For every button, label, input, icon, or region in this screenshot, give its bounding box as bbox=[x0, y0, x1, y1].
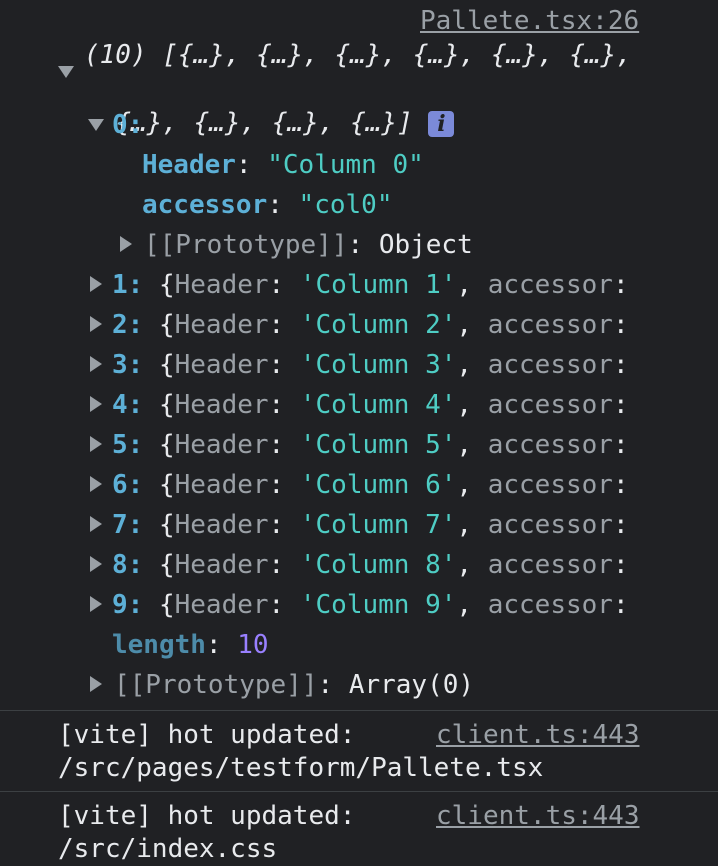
item-header-value: 'Column 5' bbox=[299, 430, 457, 460]
vite-message-2-path: /src/index.css bbox=[58, 834, 278, 864]
item-header-key: Header bbox=[174, 590, 269, 620]
array-item-row[interactable]: 2: {Header: 'Column 2', accessor: bbox=[112, 308, 629, 342]
info-icon[interactable]: i bbox=[428, 110, 455, 137]
expand-item-icon[interactable] bbox=[90, 596, 102, 612]
item-header-key: Header bbox=[174, 390, 269, 420]
prototype-label: [[Prototype]] bbox=[144, 230, 348, 260]
accessor-key: accessor bbox=[142, 190, 268, 220]
vite-message-2-text: [vite] hot updated: bbox=[58, 801, 356, 831]
item-0-prototype-row[interactable]: [[Prototype]]: Object bbox=[144, 228, 473, 262]
item-header-key: Header bbox=[174, 470, 269, 500]
accessor-value: "col0" bbox=[298, 190, 393, 220]
array-item-row[interactable]: 3: {Header: 'Column 3', accessor: bbox=[112, 348, 629, 382]
item-index: 6: bbox=[112, 470, 144, 500]
expand-item-0-prototype-icon[interactable] bbox=[120, 236, 132, 252]
length-value: 10 bbox=[237, 630, 269, 660]
item-accessor-key: accessor bbox=[487, 310, 613, 340]
array-item-row[interactable]: 1: {Header: 'Column 1', accessor: bbox=[112, 268, 629, 302]
array-item-row[interactable]: 9: {Header: 'Column 9', accessor: bbox=[112, 588, 629, 622]
header-key: Header bbox=[142, 150, 236, 180]
item-0-index[interactable]: 0: bbox=[112, 108, 143, 142]
prototype-value: Object bbox=[378, 230, 473, 260]
expand-item-icon[interactable] bbox=[90, 476, 102, 492]
expand-item-icon[interactable] bbox=[90, 316, 102, 332]
vite-message-2-source-link[interactable]: client.ts:443 bbox=[436, 799, 640, 833]
item-index: 5: bbox=[112, 430, 144, 460]
item-accessor-key: accessor bbox=[487, 550, 613, 580]
item-index: 7: bbox=[112, 510, 144, 540]
item-header-value: 'Column 4' bbox=[299, 390, 457, 420]
item-header-value: 'Column 6' bbox=[299, 470, 457, 500]
item-0-accessor-row: accessor: "col0" bbox=[142, 190, 393, 220]
item-header-value: 'Column 2' bbox=[299, 310, 457, 340]
item-header-key: Header bbox=[174, 430, 269, 460]
expand-item-0-icon[interactable] bbox=[88, 119, 104, 131]
array-item-row[interactable]: 6: {Header: 'Column 6', accessor: bbox=[112, 468, 629, 502]
item-accessor-key: accessor bbox=[487, 590, 613, 620]
array-item-row[interactable]: 8: {Header: 'Column 8', accessor: bbox=[112, 548, 629, 582]
item-0-header-row: Header: "Column 0" bbox=[142, 150, 424, 180]
item-accessor-key: accessor bbox=[487, 350, 613, 380]
vite-message-1-text: [vite] hot updated: bbox=[58, 720, 356, 750]
item-header-value: 'Column 7' bbox=[299, 510, 457, 540]
item-accessor-key: accessor bbox=[487, 470, 613, 500]
array-preview-text: {…}, {…}, {…}, {…}] bbox=[115, 108, 413, 138]
array-item-row[interactable]: 5: {Header: 'Column 5', accessor: bbox=[112, 428, 629, 462]
length-row: length: 10 bbox=[112, 630, 269, 660]
item-header-value: 'Column 1' bbox=[299, 270, 457, 300]
item-index: 1: bbox=[112, 270, 144, 300]
expand-item-icon[interactable] bbox=[90, 396, 102, 412]
log-source-link[interactable]: Pallete.tsx:26 bbox=[420, 4, 639, 38]
item-header-key: Header bbox=[174, 350, 269, 380]
item-header-key: Header bbox=[174, 310, 269, 340]
item-index: 3: bbox=[112, 350, 144, 380]
array-preview-line1[interactable]: (10) [{…}, {…}, {…}, {…}, {…}, {…}, bbox=[84, 38, 632, 72]
expand-item-icon[interactable] bbox=[90, 516, 102, 532]
item-header-key: Header bbox=[174, 510, 269, 540]
vite-message-1-path: /src/pages/testform/Pallete.tsx bbox=[58, 753, 544, 783]
expand-array-prototype-icon[interactable] bbox=[90, 676, 102, 692]
vite-message-1-source-link[interactable]: client.ts:443 bbox=[436, 718, 640, 752]
length-key: length bbox=[112, 630, 206, 660]
item-accessor-key: accessor bbox=[487, 390, 613, 420]
item-index: 2: bbox=[112, 310, 144, 340]
array-prototype-value: Array(0) bbox=[348, 670, 475, 700]
expand-array-toggle-icon[interactable] bbox=[58, 66, 74, 78]
item-header-key: Header bbox=[174, 550, 269, 580]
item-index: 4: bbox=[112, 390, 144, 420]
console-divider bbox=[0, 791, 718, 792]
item-header-value: 'Column 3' bbox=[299, 350, 457, 380]
item-accessor-key: accessor bbox=[487, 270, 613, 300]
array-item-row[interactable]: 4: {Header: 'Column 4', accessor: bbox=[112, 388, 629, 422]
item-header-key: Header bbox=[174, 270, 269, 300]
expand-item-icon[interactable] bbox=[90, 556, 102, 572]
item-index: 8: bbox=[112, 550, 144, 580]
item-header-value: 'Column 9' bbox=[299, 590, 457, 620]
expand-item-icon[interactable] bbox=[90, 436, 102, 452]
array-item-row[interactable]: 7: {Header: 'Column 7', accessor: bbox=[112, 508, 629, 542]
array-prototype-row[interactable]: [[Prototype]]: Array(0) bbox=[114, 668, 474, 702]
array-prototype-label: [[Prototype]] bbox=[114, 670, 318, 700]
item-index: 9: bbox=[112, 590, 144, 620]
expand-item-icon[interactable] bbox=[90, 356, 102, 372]
item-header-value: 'Column 8' bbox=[299, 550, 457, 580]
header-value: "Column 0" bbox=[267, 150, 424, 180]
item-accessor-key: accessor bbox=[487, 430, 613, 460]
expand-item-icon[interactable] bbox=[90, 276, 102, 292]
item-accessor-key: accessor bbox=[487, 510, 613, 540]
console-divider bbox=[0, 710, 718, 711]
